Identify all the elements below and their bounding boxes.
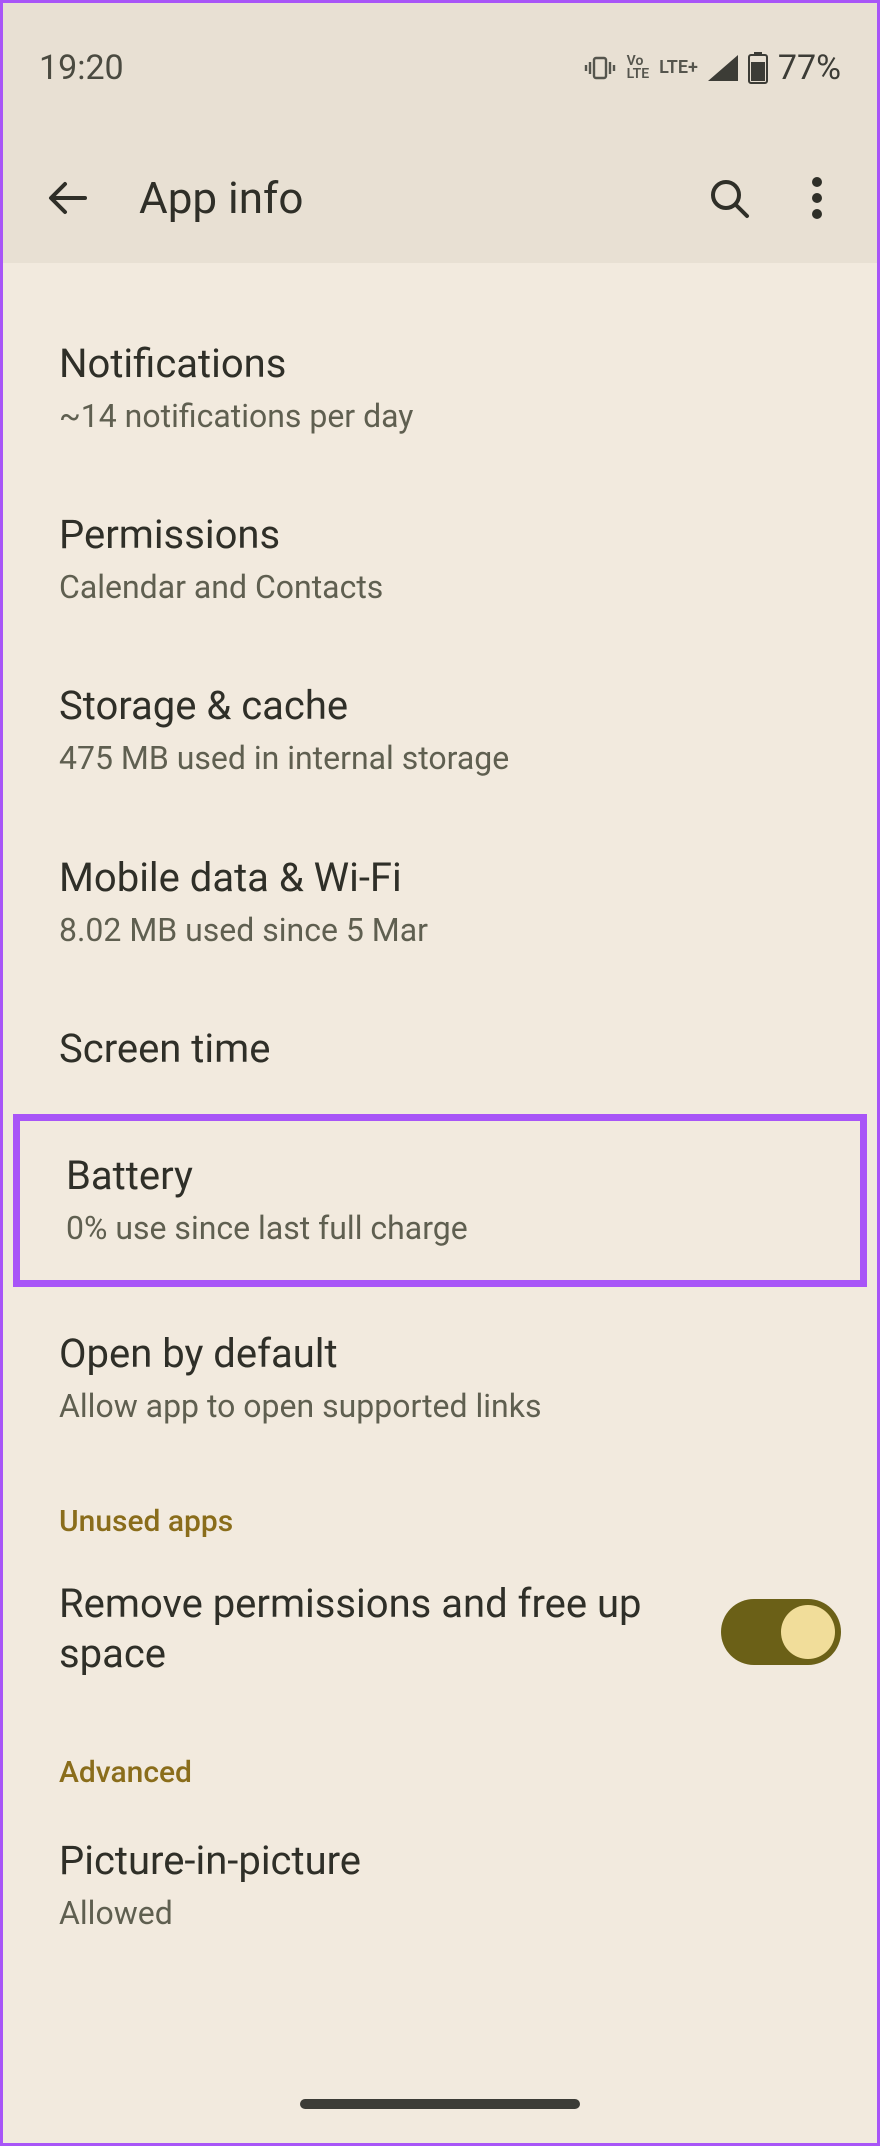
item-title: Mobile data & Wi‑Fi: [59, 853, 821, 903]
search-button[interactable]: [705, 174, 753, 222]
toggle-switch[interactable]: [721, 1599, 841, 1665]
item-subtitle: ~14 notifications per day: [59, 395, 821, 438]
item-notifications[interactable]: Notifications ~14 notifications per day: [3, 303, 877, 474]
signal-icon: [708, 55, 738, 81]
home-indicator[interactable]: [300, 2099, 580, 2109]
item-subtitle: 475 MB used in internal storage: [59, 737, 821, 780]
status-time: 19:20: [39, 48, 124, 88]
item-subtitle: 0% use since last full charge: [66, 1207, 814, 1250]
item-permissions[interactable]: Permissions Calendar and Contacts: [3, 474, 877, 645]
back-button[interactable]: [39, 168, 99, 228]
item-subtitle: Allowed: [59, 1892, 821, 1935]
section-unused-apps: Unused apps: [3, 1464, 877, 1549]
item-picture-in-picture[interactable]: Picture-in-picture Allowed: [3, 1800, 877, 1971]
item-open-by-default[interactable]: Open by default Allow app to open suppor…: [3, 1293, 877, 1464]
item-screen-time[interactable]: Screen time: [3, 988, 877, 1110]
item-title: Notifications: [59, 339, 821, 389]
item-subtitle: 8.02 MB used since 5 Mar: [59, 909, 821, 952]
app-bar: App info: [3, 133, 877, 263]
item-title: Storage & cache: [59, 681, 821, 731]
battery-icon: [748, 52, 768, 84]
item-storage[interactable]: Storage & cache 475 MB used in internal …: [3, 645, 877, 816]
settings-list: Notifications ~14 notifications per day …: [3, 263, 877, 1971]
battery-percent: 77%: [778, 48, 841, 88]
item-title: Open by default: [59, 1329, 821, 1379]
page-title: App info: [139, 172, 665, 224]
volte-icon: Vo LTE: [627, 55, 649, 80]
lte-icon: LTE+: [659, 60, 698, 76]
item-mobile-data[interactable]: Mobile data & Wi‑Fi 8.02 MB used since 5…: [3, 817, 877, 988]
item-title: Picture-in-picture: [59, 1836, 821, 1886]
item-remove-permissions[interactable]: Remove permissions and free up space: [3, 1549, 877, 1715]
section-advanced: Advanced: [3, 1715, 877, 1800]
item-battery[interactable]: Battery 0% use since last full charge: [13, 1114, 867, 1287]
status-icons: Vo LTE LTE+ 77%: [583, 48, 841, 88]
item-title: Permissions: [59, 510, 821, 560]
vibrate-icon: [583, 54, 617, 82]
item-title: Battery: [66, 1151, 814, 1201]
status-bar: 19:20 Vo LTE LTE+ 77%: [3, 3, 877, 133]
more-button[interactable]: [793, 174, 841, 222]
item-title: Screen time: [59, 1024, 821, 1074]
item-subtitle: Allow app to open supported links: [59, 1385, 821, 1428]
item-subtitle: Calendar and Contacts: [59, 566, 821, 609]
item-title: Remove permissions and free up space: [59, 1579, 697, 1679]
